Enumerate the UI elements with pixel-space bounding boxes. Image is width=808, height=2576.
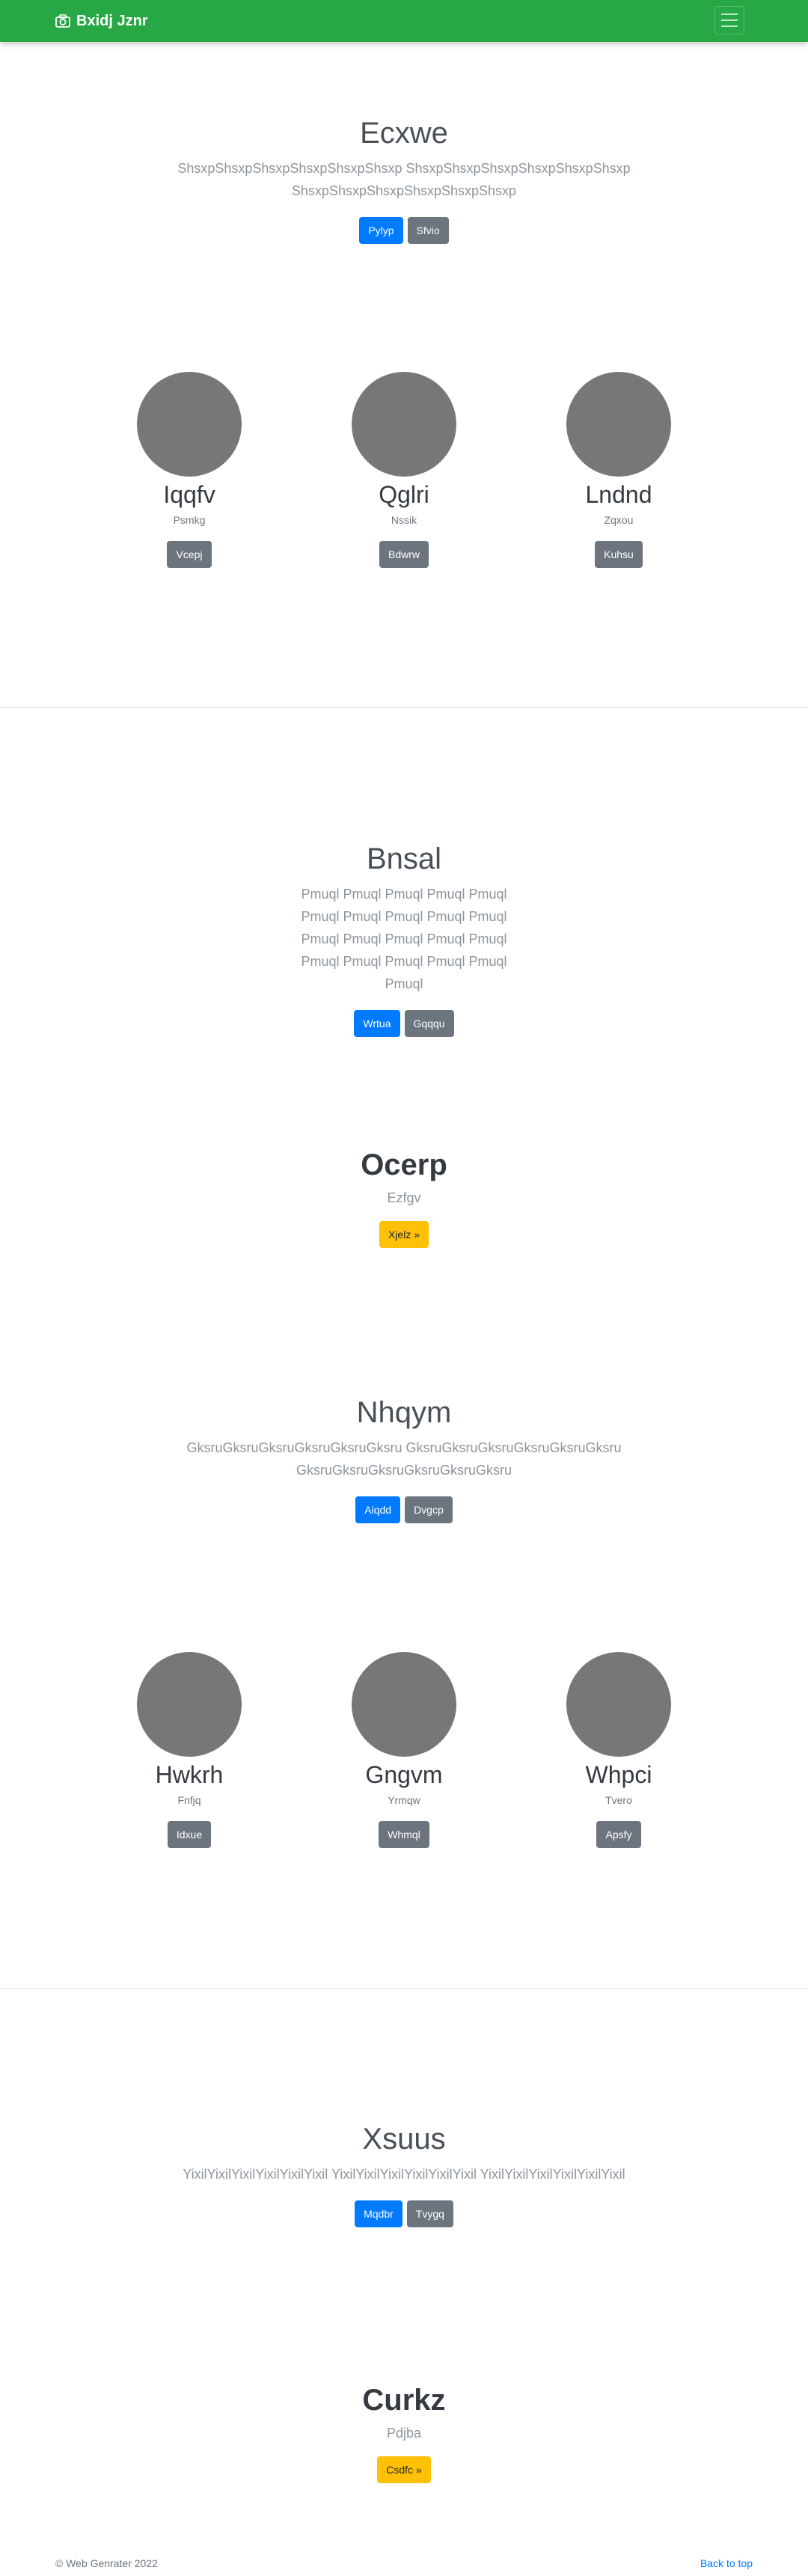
person-button[interactable]: Idxue: [167, 1821, 212, 1848]
feature-button[interactable]: Csdfc »: [377, 2456, 431, 2483]
section-lead: YixilYixilYixilYixilYixilYixil YixilYixi…: [183, 2167, 625, 2182]
person-button[interactable]: Whmql: [379, 1821, 429, 1848]
feature-title: Ocerp: [361, 1148, 447, 1181]
avatar: [352, 372, 456, 477]
avatar: [352, 1652, 456, 1757]
person-card: Qglri Nssik Bdwrw: [292, 372, 516, 568]
avatar: [566, 1652, 671, 1757]
jumbotron-section: Nhqym GksruGksruGksruGksruGksruGksru Gks…: [0, 1395, 808, 1523]
section-buttons: Wrtua Gqqqu: [0, 1010, 808, 1037]
primary-button[interactable]: Wrtua: [354, 1010, 400, 1037]
brand-label: Bxidj Jznr: [76, 12, 148, 29]
primary-button[interactable]: Aiqdd: [355, 1496, 401, 1523]
secondary-button[interactable]: Tvygq: [406, 2200, 453, 2227]
back-to-top-link[interactable]: Back to top: [700, 2557, 753, 2569]
feature-buttons: Csdfc »: [0, 2456, 808, 2483]
feature-button[interactable]: Xjelz »: [379, 1221, 429, 1248]
section-lead: GksruGksruGksruGksruGksruGksru GksruGksr…: [186, 1440, 622, 1478]
person-name: Whpci: [585, 1761, 652, 1788]
secondary-button[interactable]: Gqqqu: [404, 1010, 454, 1037]
section-title: Ecxwe: [360, 117, 448, 150]
person-button[interactable]: Apsfy: [596, 1821, 641, 1848]
person-card: Whpci Tvero Apsfy: [506, 1652, 731, 1848]
navbar: Bxidj Jznr: [0, 0, 808, 42]
person-role: Zqxou: [604, 514, 634, 526]
section-title: Nhqym: [356, 1396, 452, 1429]
person-role: Tvero: [605, 1794, 632, 1806]
divider: [0, 707, 808, 708]
feature-buttons: Xjelz »: [0, 1221, 808, 1248]
navbar-brand[interactable]: Bxidj Jznr: [55, 12, 148, 30]
person-button[interactable]: Kuhsu: [595, 541, 643, 568]
jumbotron-section: Xsuus YixilYixilYixilYixilYixilYixil Yix…: [0, 2121, 808, 2227]
person-card: Hwkrh Fnfjq Idxue: [77, 1652, 302, 1848]
copyright-text: © Web Genrater 2022: [55, 2557, 158, 2569]
secondary-button[interactable]: Dvgcp: [405, 1496, 453, 1523]
primary-button[interactable]: Mqdbr: [355, 2200, 403, 2227]
person-button[interactable]: Vcepj: [167, 541, 212, 568]
avatar: [137, 372, 242, 477]
primary-button[interactable]: Pylyp: [359, 217, 403, 244]
hamburger-icon: [721, 13, 738, 15]
avatar: [566, 372, 671, 477]
feature-section: Ocerp Ezfgv Xjelz »: [0, 1147, 808, 1248]
section-lead: ShsxpShsxpShsxpShsxpShsxpShsxp ShsxpShsx…: [177, 161, 631, 198]
section-buttons: Mqdbr Tvygq: [0, 2200, 808, 2227]
person-name: Hwkrh: [155, 1761, 224, 1788]
person-card: Iqqfv Psmkg Vcepj: [77, 372, 302, 568]
camera-icon: [55, 14, 70, 28]
person-name: Iqqfv: [163, 481, 215, 508]
person-role: Psmkg: [173, 514, 206, 526]
footer: © Web Genrater 2022 Back to top: [0, 2557, 808, 2572]
person-card: Lndnd Zqxou Kuhsu: [506, 372, 731, 568]
person-role: Fnfjq: [177, 1794, 201, 1806]
person-name: Qglri: [379, 481, 429, 508]
person-button[interactable]: Bdwrw: [379, 541, 429, 568]
person-name: Lndnd: [585, 481, 652, 508]
section-title: Bnsal: [366, 842, 442, 875]
person-role: Yrmqw: [388, 1794, 420, 1806]
section-title: Xsuus: [362, 2123, 446, 2156]
section-buttons: Aiqdd Dvgcp: [0, 1496, 808, 1523]
divider: [0, 1988, 808, 1989]
section-buttons: Pylyp Sfvio: [0, 217, 808, 244]
jumbotron-section: Ecxwe ShsxpShsxpShsxpShsxpShsxpShsxp Shs…: [0, 115, 808, 244]
person-card: Gngvm Yrmqw Whmql: [292, 1652, 516, 1848]
feature-subtitle: Ezfgv: [387, 1190, 421, 1205]
avatar: [137, 1652, 242, 1757]
feature-title: Curkz: [362, 2384, 446, 2417]
feature-section: Curkz Pdjba Csdfc »: [0, 2382, 808, 2483]
section-lead: Pmuql Pmuql Pmuql Pmuql Pmuql Pmuql Pmuq…: [301, 887, 507, 991]
jumbotron-section: Bnsal Pmuql Pmuql Pmuql Pmuql Pmuql Pmuq…: [0, 841, 808, 1037]
person-name: Gngvm: [365, 1761, 443, 1788]
feature-subtitle: Pdjba: [386, 2426, 422, 2441]
person-role: Nssik: [391, 514, 417, 526]
secondary-button[interactable]: Sfvio: [407, 217, 449, 244]
navbar-toggle-button[interactable]: [714, 6, 744, 34]
